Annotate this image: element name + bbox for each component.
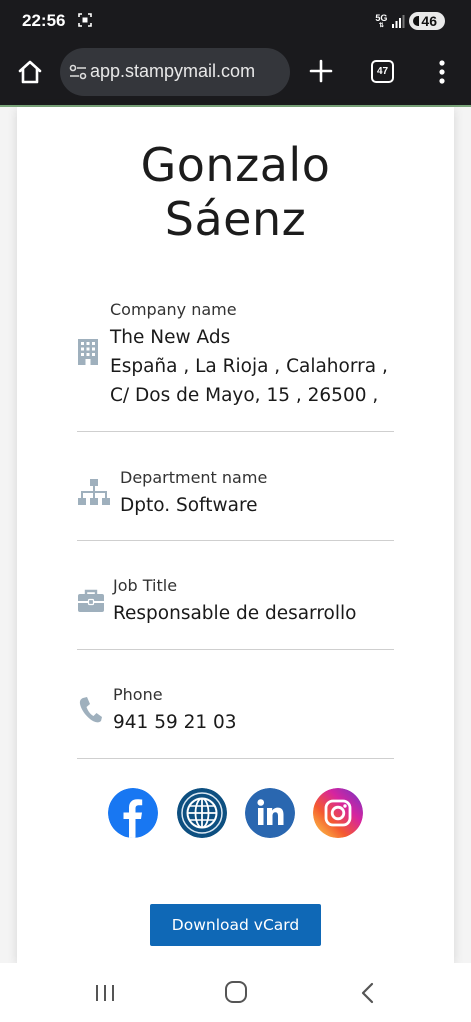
signal-icon <box>392 15 405 28</box>
instagram-icon[interactable] <box>313 788 363 838</box>
browser-toolbar: app.stampymail.com 47 <box>0 42 471 106</box>
network-type: 5G <box>375 12 388 23</box>
download-vcard-button[interactable]: Download vCard <box>150 904 321 946</box>
tab-count: 47 <box>376 66 389 77</box>
globe-icon[interactable] <box>177 788 227 838</box>
tabs-icon[interactable]: 47 <box>371 60 394 83</box>
briefcase-icon <box>78 589 104 612</box>
home-icon[interactable] <box>14 56 46 88</box>
company-name: The New Ads <box>110 327 231 348</box>
divider <box>77 431 394 432</box>
job-value: Responsable de desarrollo <box>113 603 357 624</box>
back-icon[interactable] <box>358 981 378 1005</box>
divider <box>77 758 394 759</box>
building-icon <box>78 339 98 365</box>
company-label: Company name <box>110 300 237 319</box>
department-section: Department name Dpto. Software <box>77 468 394 528</box>
more-vert-icon[interactable] <box>432 58 452 86</box>
company-address-line1: España , La Rioja , Calahorra , <box>110 356 388 377</box>
department-value: Dpto. Software <box>120 495 258 516</box>
department-label: Department name <box>120 468 268 487</box>
data-arrows-icon: ⇅ <box>378 22 384 29</box>
battery-icon: 46 <box>409 12 445 30</box>
url-text[interactable]: app.stampymail.com <box>90 61 255 82</box>
company-address-line2: C/ Dos de Mayo, 15 , 26500 , <box>110 385 379 406</box>
address-bar[interactable]: app.stampymail.com <box>60 48 290 96</box>
last-name: Sáenz <box>164 192 307 246</box>
contact-name: Gonzalo Sáenz <box>0 138 471 246</box>
tune-icon[interactable] <box>68 64 88 80</box>
nav-home-icon[interactable] <box>225 981 247 1003</box>
system-nav-bar <box>0 963 471 1022</box>
linkedin-icon[interactable] <box>245 788 295 838</box>
network-indicator: 5G ⇅ <box>375 12 388 29</box>
status-time: 22:56 <box>22 11 66 30</box>
job-section: Job Title Responsable de desarrollo <box>77 576 394 636</box>
sitemap-icon <box>78 479 110 505</box>
status-indicators: 5G ⇅ 46 <box>375 10 445 32</box>
phone-value[interactable]: 941 59 21 03 <box>113 708 237 737</box>
plus-icon[interactable] <box>308 58 334 84</box>
battery-level: 46 <box>421 13 437 29</box>
phone-icon[interactable] <box>77 696 103 724</box>
first-name: Gonzalo <box>140 138 331 192</box>
phone-section[interactable]: Phone 941 59 21 03 <box>77 685 394 745</box>
company-value: The New Ads España , La Rioja , Calahorr… <box>110 323 388 410</box>
phone-label: Phone <box>113 685 163 704</box>
job-label: Job Title <box>113 576 178 595</box>
recent-apps-icon[interactable] <box>94 983 116 1003</box>
divider <box>77 649 394 650</box>
facebook-icon[interactable] <box>108 788 158 838</box>
screenshot-icon <box>78 13 92 27</box>
divider <box>77 540 394 541</box>
company-section: Company name The New Ads España , La Rio… <box>77 300 394 415</box>
status-bar: 22:56 5G ⇅ 46 <box>0 0 471 42</box>
